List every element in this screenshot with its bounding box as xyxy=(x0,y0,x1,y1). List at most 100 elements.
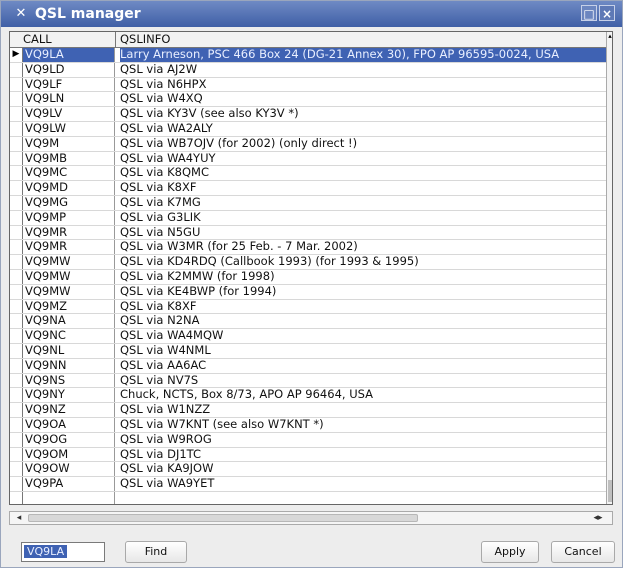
call-cell[interactable]: VQ9OM xyxy=(23,447,115,462)
row-indicator[interactable] xyxy=(10,343,23,358)
table-row[interactable]: VQ9NS QSL via NV7S xyxy=(10,373,606,389)
row-indicator[interactable] xyxy=(10,151,23,166)
call-cell[interactable]: VQ9LD xyxy=(23,62,115,77)
table-row[interactable]: VQ9NC QSL via WA4MQW xyxy=(10,329,606,344)
column-header-qslinfo[interactable]: QSLINFO xyxy=(120,32,600,47)
call-cell[interactable]: VQ9OA xyxy=(23,417,115,432)
horizontal-scroll-thumb[interactable] xyxy=(28,514,418,522)
qslinfo-cell[interactable]: QSL via WA4YUY xyxy=(120,152,606,166)
row-indicator[interactable] xyxy=(10,181,23,195)
row-indicator[interactable] xyxy=(10,417,23,432)
row-indicator[interactable] xyxy=(10,432,23,447)
qslinfo-cell[interactable]: QSL via K2MMW (for 1998) xyxy=(120,270,606,284)
qslinfo-cell[interactable]: QSL via W3MR (for 25 Feb. - 7 Mar. 2002) xyxy=(120,240,606,254)
call-cell[interactable]: VQ9NZ xyxy=(23,403,115,417)
table-row[interactable]: VQ9PA QSL via WA9YET xyxy=(10,477,606,492)
table-row[interactable]: VQ9MR QSL via W3MR (for 25 Feb. - 7 Mar. … xyxy=(10,240,606,256)
table-row[interactable]: VQ9MW QSL via KE4BWP (for 1994) xyxy=(10,284,606,300)
row-indicator[interactable] xyxy=(10,121,23,136)
qslinfo-cell[interactable]: QSL via W4NML xyxy=(120,344,606,358)
qslinfo-cell[interactable]: QSL via K8XF xyxy=(120,300,606,314)
row-indicator[interactable] xyxy=(10,62,23,77)
call-cell[interactable]: VQ9NN xyxy=(23,358,115,373)
table-row[interactable]: VQ9M QSL via WB7OJV (for 2002) (only dire… xyxy=(10,136,606,152)
table-row[interactable]: VQ9LF QSL via N6HPX xyxy=(10,77,606,93)
qslinfo-cell[interactable]: QSL via NV7S xyxy=(120,374,606,388)
qslinfo-cell[interactable]: QSL via AA6AC xyxy=(120,359,606,373)
row-indicator[interactable] xyxy=(10,195,23,210)
title-bar[interactable]: ✕ QSL manager □ × xyxy=(1,1,622,27)
scroll-up-icon[interactable]: ▴ xyxy=(607,32,612,40)
call-cell[interactable]: VQ9MR xyxy=(23,240,115,255)
table-row[interactable]: VQ9MW QSL via K2MMW (for 1998) xyxy=(10,269,606,285)
row-indicator[interactable] xyxy=(10,92,23,107)
find-button[interactable]: Find xyxy=(125,541,187,563)
qslinfo-cell[interactable]: QSL via K8XF xyxy=(120,181,606,195)
close-button[interactable]: × xyxy=(599,5,615,21)
call-cell[interactable]: VQ9NA xyxy=(23,314,115,329)
row-indicator[interactable] xyxy=(10,240,23,255)
qslinfo-cell[interactable]: QSL via W9ROG xyxy=(120,433,606,447)
row-indicator[interactable] xyxy=(10,107,23,121)
call-cell[interactable] xyxy=(23,491,115,504)
call-cell[interactable]: VQ9NS xyxy=(23,373,115,388)
call-cell[interactable]: VQ9LA xyxy=(23,48,115,62)
call-cell[interactable]: VQ9MZ xyxy=(23,299,115,314)
table-row[interactable]: VQ9MC QSL via K8QMC xyxy=(10,166,606,182)
qslinfo-cell[interactable]: QSL via AJ2W xyxy=(120,63,606,77)
vertical-scrollbar[interactable]: ▴ xyxy=(606,32,612,504)
qslinfo-cell[interactable]: QSL via K7MG xyxy=(120,196,606,210)
qslinfo-cell[interactable]: QSL via G3LIK xyxy=(120,211,606,225)
row-indicator[interactable] xyxy=(10,299,23,314)
cancel-button[interactable]: Cancel xyxy=(551,541,615,563)
call-cell[interactable]: VQ9LF xyxy=(23,77,115,92)
table-row[interactable]: VQ9MB QSL via WA4YUY xyxy=(10,151,606,167)
table-row[interactable] xyxy=(10,491,606,504)
maximize-button[interactable]: □ xyxy=(581,5,597,21)
qslinfo-cell[interactable] xyxy=(120,492,606,504)
table-row[interactable]: VQ9NN QSL via AA6AC xyxy=(10,358,606,374)
qslinfo-cell[interactable]: QSL via WA9YET xyxy=(120,477,606,491)
qslinfo-cell[interactable]: QSL via KY3V (see also KY3V *) xyxy=(120,107,606,121)
qslinfo-cell[interactable]: QSL via W1NZZ xyxy=(120,403,606,417)
table-row[interactable]: VQ9NZ QSL via W1NZZ xyxy=(10,403,606,418)
call-search-input[interactable]: VQ9LA xyxy=(21,542,105,562)
qslinfo-cell[interactable]: QSL via KD4RDQ (Callbook 1993) (for 1993… xyxy=(120,255,606,269)
table-row[interactable]: VQ9MP QSL via G3LIK xyxy=(10,210,606,226)
scroll-right-icon[interactable]: ◂▸ xyxy=(586,512,610,524)
table-row[interactable]: VQ9MD QSL via K8XF xyxy=(10,181,606,196)
qslinfo-cell[interactable]: QSL via WA4MQW xyxy=(120,329,606,343)
qslinfo-cell[interactable]: QSL via K8QMC xyxy=(120,166,606,180)
table-row[interactable]: VQ9OA QSL via W7KNT (see also W7KNT *) xyxy=(10,417,606,433)
call-cell[interactable]: VQ9MP xyxy=(23,210,115,225)
call-cell[interactable]: VQ9MR xyxy=(23,225,115,240)
qslinfo-cell[interactable]: QSL via KA9JOW xyxy=(120,462,606,476)
call-cell[interactable]: VQ9MW xyxy=(23,284,115,299)
row-indicator[interactable] xyxy=(10,477,23,491)
row-indicator[interactable] xyxy=(10,314,23,329)
table-row[interactable]: VQ9LN QSL via W4XQ xyxy=(10,92,606,108)
call-cell[interactable]: VQ9MC xyxy=(23,166,115,181)
table-row[interactable]: VQ9MR QSL via N5GU xyxy=(10,225,606,241)
call-cell[interactable]: VQ9OG xyxy=(23,432,115,447)
table-row[interactable]: VQ9OW QSL via KA9JOW xyxy=(10,462,606,478)
call-cell[interactable]: VQ9MD xyxy=(23,181,115,195)
call-cell[interactable]: VQ9MB xyxy=(23,151,115,166)
row-indicator[interactable] xyxy=(10,358,23,373)
row-indicator[interactable] xyxy=(10,77,23,92)
row-indicator[interactable] xyxy=(10,210,23,225)
call-cell[interactable]: VQ9LV xyxy=(23,107,115,121)
call-cell[interactable]: VQ9PA xyxy=(23,477,115,491)
call-cell[interactable]: VQ9NL xyxy=(23,343,115,358)
call-cell[interactable]: VQ9NY xyxy=(23,388,115,403)
qslinfo-cell[interactable]: QSL via WA2ALY xyxy=(120,122,606,136)
call-cell[interactable]: VQ9LW xyxy=(23,121,115,136)
column-header-call[interactable]: CALL xyxy=(23,32,116,47)
row-indicator[interactable] xyxy=(10,462,23,477)
call-cell[interactable]: VQ9OW xyxy=(23,462,115,477)
table-row[interactable]: VQ9LW QSL via WA2ALY xyxy=(10,121,606,137)
table-row[interactable]: ▶ VQ9LA Larry Arneson, PSC 466 Box 24 (DG-… xyxy=(10,48,606,63)
table-row[interactable]: VQ9NL QSL via W4NML xyxy=(10,343,606,359)
table-row[interactable]: VQ9OM QSL via DJ1TC xyxy=(10,447,606,463)
call-cell[interactable]: VQ9MW xyxy=(23,255,115,269)
